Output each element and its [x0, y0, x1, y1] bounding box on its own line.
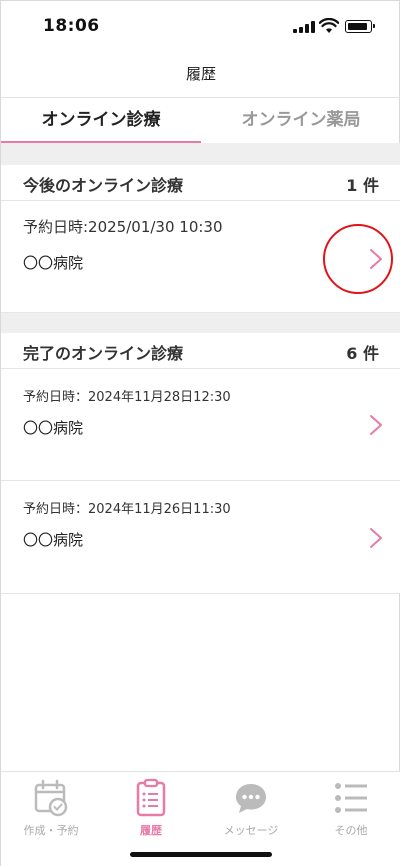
- highlight-circle-annotation: [323, 224, 393, 294]
- appointment-datetime: 予約日時:2025/01/30 10:30: [23, 218, 223, 236]
- completed-section-title: 完了のオンライン診療: [23, 344, 184, 363]
- tab-bar: オンライン診療 オンライン薬局: [1, 97, 400, 144]
- nav-create-reserve[interactable]: 作成・予約: [1, 772, 101, 842]
- wifi-icon: [319, 18, 339, 33]
- section-divider: [1, 143, 400, 165]
- nav-label: 作成・予約: [23, 824, 79, 837]
- hospital-name: 〇〇病院: [23, 531, 84, 549]
- chevron-right-icon[interactable]: [369, 527, 383, 549]
- hospital-name: 〇〇病院: [23, 254, 84, 272]
- calendar-check-icon: [34, 779, 68, 817]
- tab-online-consultation[interactable]: オンライン診療: [1, 98, 201, 144]
- menu-list-icon: [335, 783, 367, 813]
- section-divider: [1, 313, 400, 333]
- cellular-signal-icon: [293, 21, 315, 33]
- chevron-right-icon[interactable]: [369, 414, 383, 436]
- battery-icon: [345, 20, 375, 33]
- appointment-datetime: 予約日時：2024年11月28日12:30: [23, 390, 231, 405]
- app-screen: 18:06 履歴 オンライン診療 オンライン薬局 今後のオンライン診療 1 件 …: [0, 0, 400, 866]
- nav-label: メッセージ: [223, 824, 279, 837]
- upcoming-section-title: 今後のオンライン診療: [23, 176, 184, 195]
- chat-bubble-icon: [236, 784, 266, 813]
- completed-appointment-item[interactable]: 予約日時：2024年11月26日11:30 〇〇病院: [1, 481, 400, 594]
- appointment-datetime: 予約日時：2024年11月26日11:30: [23, 502, 231, 517]
- completed-appointment-item[interactable]: 予約日時：2024年11月28日12:30 〇〇病院: [1, 369, 400, 481]
- completed-section-header: 完了のオンライン診療 6 件: [1, 333, 400, 369]
- home-indicator: [130, 852, 272, 857]
- page-title: 履歴: [185, 65, 216, 83]
- nav-label: その他: [334, 824, 368, 837]
- clipboard-list-icon: [136, 778, 166, 817]
- tab-online-pharmacy[interactable]: オンライン薬局: [201, 98, 400, 144]
- status-time: 18:06: [43, 16, 100, 36]
- upcoming-section-header: 今後のオンライン診療 1 件: [1, 165, 400, 201]
- nav-label: 履歴: [140, 824, 162, 837]
- completed-count: 6 件: [346, 344, 379, 363]
- nav-messages[interactable]: メッセージ: [201, 772, 301, 842]
- status-bar: 18:06: [1, 1, 400, 53]
- nav-other[interactable]: その他: [301, 772, 400, 842]
- nav-history[interactable]: 履歴: [101, 772, 201, 842]
- upcoming-count: 1 件: [346, 176, 379, 195]
- hospital-name: 〇〇病院: [23, 419, 84, 437]
